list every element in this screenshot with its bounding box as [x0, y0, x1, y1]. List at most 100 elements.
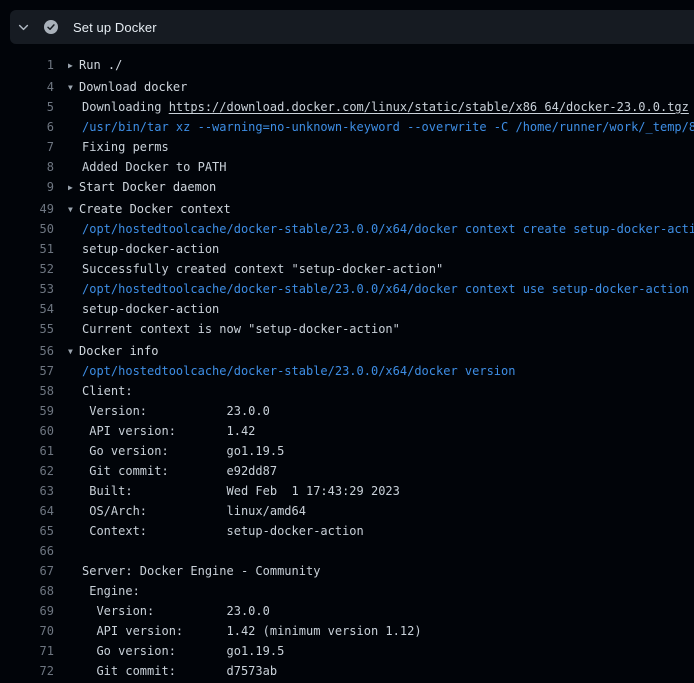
line-number[interactable]: 54 — [0, 299, 54, 319]
line-number[interactable]: 65 — [0, 521, 54, 541]
command-text: /opt/hostedtoolcache/docker-stable/23.0.… — [68, 361, 515, 381]
log-text: Downloading https://download.docker.com/… — [68, 97, 689, 117]
group-header[interactable]: ▼Docker info — [68, 341, 158, 361]
log-line: 67 Server: Docker Engine - Community — [0, 561, 694, 581]
group-title: Docker info — [79, 344, 158, 358]
triangle-down-icon[interactable]: ▼ — [68, 342, 79, 361]
log-line: 58 Client: — [0, 381, 694, 401]
line-number[interactable]: 5 — [0, 97, 54, 117]
log-line: 55 Current context is now "setup-docker-a… — [0, 319, 694, 339]
log-line[interactable]: 1 ▶Run ./ — [0, 55, 694, 75]
line-number[interactable]: 51 — [0, 239, 54, 259]
log-line[interactable]: 56 ▼Docker info — [0, 341, 694, 361]
triangle-down-icon[interactable]: ▼ — [68, 78, 79, 97]
group-title: Download docker — [79, 80, 187, 94]
group-header[interactable]: ▶Run ./ — [68, 55, 122, 75]
chevron-down-icon[interactable] — [17, 21, 30, 34]
group-header[interactable]: ▶Start Docker daemon — [68, 177, 216, 197]
log-text: Server: Docker Engine - Community — [68, 561, 320, 581]
group-title: Start Docker daemon — [79, 180, 216, 194]
log-text: Git commit: e92dd87 — [68, 461, 277, 481]
step-header[interactable]: Set up Docker — [10, 10, 694, 44]
log-text: Successfully created context "setup-dock… — [68, 259, 443, 279]
line-number[interactable]: 72 — [0, 661, 54, 681]
line-number[interactable]: 57 — [0, 361, 54, 381]
log-line: 57/opt/hostedtoolcache/docker-stable/23.… — [0, 361, 694, 381]
step-title: Set up Docker — [73, 20, 157, 35]
line-number[interactable]: 9 — [0, 177, 54, 197]
log-line[interactable]: 49 ▼Create Docker context — [0, 199, 694, 219]
log-text: API version: 1.42 — [68, 421, 255, 441]
line-number[interactable]: 4 — [0, 77, 54, 97]
log-text-prefix: Downloading — [82, 100, 169, 114]
log-line: 54 setup-docker-action — [0, 299, 694, 319]
group-title: Run ./ — [79, 58, 122, 72]
log-text: Engine: — [68, 581, 140, 601]
log-line: 7 Fixing perms — [0, 137, 694, 157]
log-text: Current context is now "setup-docker-act… — [68, 319, 400, 339]
log-line: 62 Git commit: e92dd87 — [0, 461, 694, 481]
log-text: Built: Wed Feb 1 17:43:29 2023 — [68, 481, 400, 501]
log-text: Version: 23.0.0 — [68, 601, 270, 621]
command-text: /opt/hostedtoolcache/docker-stable/23.0.… — [68, 219, 694, 239]
log-text: API version: 1.42 (minimum version 1.12) — [68, 621, 422, 641]
line-number[interactable]: 67 — [0, 561, 54, 581]
log-line: 6/usr/bin/tar xz --warning=no-unknown-ke… — [0, 117, 694, 137]
log-text: OS/Arch: linux/amd64 — [68, 501, 306, 521]
log-text: setup-docker-action — [68, 239, 219, 259]
log-line: 8Added Docker to PATH — [0, 157, 694, 177]
line-number[interactable]: 63 — [0, 481, 54, 501]
log-text — [68, 541, 82, 561]
line-number[interactable]: 1 — [0, 55, 54, 75]
group-header[interactable]: ▼Download docker — [68, 77, 187, 97]
triangle-down-icon[interactable]: ▼ — [68, 200, 79, 219]
log-line: 51 setup-docker-action — [0, 239, 694, 259]
group-header[interactable]: ▼Create Docker context — [68, 199, 231, 219]
line-number[interactable]: 71 — [0, 641, 54, 661]
log-line: 52 Successfully created context "setup-do… — [0, 259, 694, 279]
log-text: setup-docker-action — [68, 299, 219, 319]
line-number[interactable]: 52 — [0, 259, 54, 279]
log-line: 68 Engine: — [0, 581, 694, 601]
line-number[interactable]: 60 — [0, 421, 54, 441]
line-number[interactable]: 70 — [0, 621, 54, 641]
log-lines: 1▶Run ./4▼Download docker5Downloading ht… — [0, 44, 694, 681]
line-number[interactable]: 69 — [0, 601, 54, 621]
line-number[interactable]: 8 — [0, 157, 54, 177]
line-number[interactable]: 64 — [0, 501, 54, 521]
log-line: 72 Git commit: d7573ab — [0, 661, 694, 681]
log-text: Go version: go1.19.5 — [68, 641, 284, 661]
line-number[interactable]: 59 — [0, 401, 54, 421]
log-line: 61 Go version: go1.19.5 — [0, 441, 694, 461]
log-line: 71 Go version: go1.19.5 — [0, 641, 694, 661]
triangle-right-icon[interactable]: ▶ — [68, 178, 79, 197]
log-line: 50/opt/hostedtoolcache/docker-stable/23.… — [0, 219, 694, 239]
line-number[interactable]: 50 — [0, 219, 54, 239]
log-line[interactable]: 4 ▼Download docker — [0, 77, 694, 97]
download-url-link[interactable]: https://download.docker.com/linux/static… — [169, 100, 689, 114]
line-number[interactable]: 55 — [0, 319, 54, 339]
log-line: 59 Version: 23.0.0 — [0, 401, 694, 421]
log-line: 64 OS/Arch: linux/amd64 — [0, 501, 694, 521]
log-line[interactable]: 9 ▶Start Docker daemon — [0, 177, 694, 197]
log-text: Client: — [68, 381, 133, 401]
log-text: Git commit: d7573ab — [68, 661, 277, 681]
line-number[interactable]: 49 — [0, 199, 54, 219]
line-number[interactable]: 53 — [0, 279, 54, 299]
line-number[interactable]: 58 — [0, 381, 54, 401]
log-line: 70 API version: 1.42 (minimum version 1.… — [0, 621, 694, 641]
line-number[interactable]: 7 — [0, 137, 54, 157]
line-number[interactable]: 68 — [0, 581, 54, 601]
log-line: 69 Version: 23.0.0 — [0, 601, 694, 621]
line-number[interactable]: 62 — [0, 461, 54, 481]
log-text: Fixing perms — [68, 137, 169, 157]
log-line: 63 Built: Wed Feb 1 17:43:29 2023 — [0, 481, 694, 501]
log-text: Version: 23.0.0 — [68, 401, 270, 421]
line-number[interactable]: 6 — [0, 117, 54, 137]
log-line: 5 Downloading https://download.docker.com… — [0, 97, 694, 117]
line-number[interactable]: 56 — [0, 341, 54, 361]
line-number[interactable]: 61 — [0, 441, 54, 461]
line-number[interactable]: 66 — [0, 541, 54, 561]
group-title: Create Docker context — [79, 202, 231, 216]
triangle-right-icon[interactable]: ▶ — [68, 56, 79, 75]
